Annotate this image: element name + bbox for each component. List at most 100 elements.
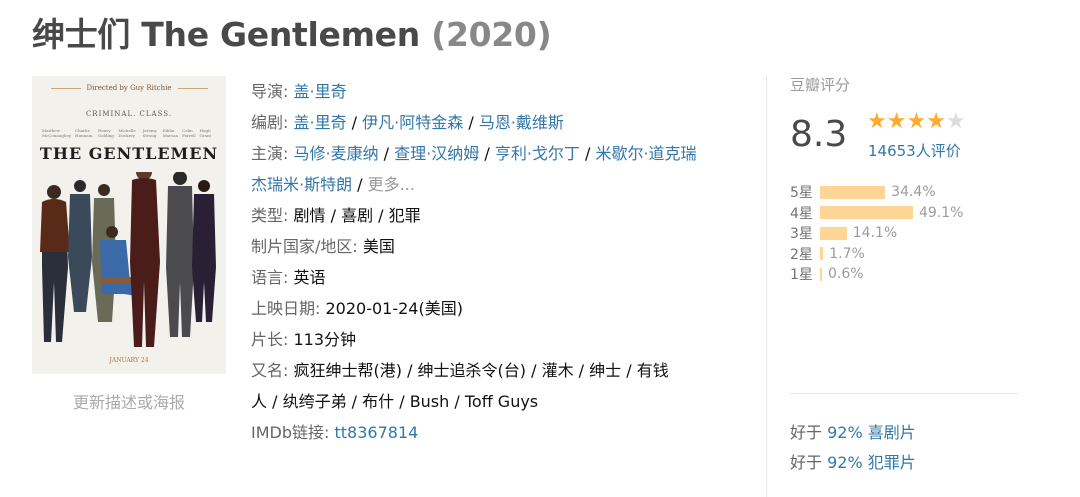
better-than-prefix: 好于 bbox=[790, 423, 823, 442]
cast-label: 主演: bbox=[251, 144, 289, 163]
imdb-row: IMDb链接: tt8367814 bbox=[251, 417, 746, 448]
writer-label: 编剧: bbox=[251, 113, 289, 132]
rating-bar bbox=[820, 247, 824, 261]
country-row: 制片国家/地区: 美国 bbox=[251, 231, 746, 262]
director-label: 导演: bbox=[251, 82, 289, 101]
director-link[interactable]: 盖·里奇 bbox=[294, 82, 347, 101]
poster-cast-name: Henry Golding bbox=[98, 128, 114, 138]
rating-distribution-row: 4星 49.1% bbox=[790, 203, 963, 224]
poster-cast-name: Matthew McConaughey bbox=[42, 128, 72, 138]
rating-percent: 34.4% bbox=[891, 184, 936, 201]
rating-star-label: 4星 bbox=[790, 205, 813, 222]
writer-link[interactable]: 伊凡·阿特金森 bbox=[362, 113, 463, 132]
movie-page: 绅士们 The Gentlemen (2020) Directed by Guy… bbox=[0, 0, 1080, 497]
rating-bar bbox=[820, 185, 886, 199]
rating-star-label: 5星 bbox=[790, 185, 813, 202]
imdb-label: IMDb链接: bbox=[251, 423, 330, 442]
better-than-prefix: 好于 bbox=[790, 453, 823, 472]
rating-star-label: 3星 bbox=[790, 226, 813, 243]
poster-tagline: CRIMINAL. CLASS. bbox=[85, 110, 173, 118]
rating-bar bbox=[820, 267, 822, 281]
poster-cast-name: Hugh Grant bbox=[199, 128, 212, 138]
more-cast-link[interactable]: 更多... bbox=[368, 175, 415, 194]
vertical-divider bbox=[766, 76, 767, 497]
poster-cast-name: Eddie Marsan bbox=[162, 128, 179, 138]
release-value: 2020-01-24(美国) bbox=[325, 299, 463, 318]
movie-title: 绅士们 The Gentlemen bbox=[32, 15, 420, 54]
genre-value: 剧情 / 喜剧 / 犯罪 bbox=[293, 206, 421, 225]
rating-bar bbox=[820, 226, 847, 240]
rating-percent: 0.6% bbox=[828, 266, 864, 283]
runtime-row: 片长: 113分钟 bbox=[251, 324, 746, 355]
poster-directed-by: Directed by Guy Ritchie bbox=[32, 84, 226, 92]
rating-percent: 49.1% bbox=[919, 204, 964, 221]
rating-distribution-row: 5星 34.4% bbox=[790, 182, 963, 203]
rating-score: 8.3 bbox=[790, 114, 848, 155]
aka-row: 又名: 疯狂绅士帮(港) / 绅士追杀令(台) / 灌木 / 绅士 / 有钱 bbox=[251, 355, 746, 386]
aka-row-continued: 人 / 纨绔子弟 / 布什 / Bush / Toff Guys bbox=[251, 386, 746, 417]
runtime-label: 片长: bbox=[251, 330, 289, 349]
writer-link[interactable]: 盖·里奇 bbox=[294, 113, 347, 132]
cast-link[interactable]: 亨利·戈尔丁 bbox=[495, 144, 580, 163]
aka-value-continued: 人 / 纨绔子弟 / 布什 / Bush / Toff Guys bbox=[251, 392, 539, 411]
language-label: 语言: bbox=[251, 268, 289, 287]
rating-distribution-row: 3星 14.1% bbox=[790, 223, 963, 244]
cast-row-continued: 杰瑞米·斯特朗 / 更多... bbox=[251, 175, 415, 194]
better-than-row: 好于 92% 犯罪片 bbox=[790, 448, 916, 478]
aka-value: 疯狂绅士帮(港) / 绅士追杀令(台) / 灌木 / 绅士 / 有钱 bbox=[293, 361, 669, 380]
rating-star-label: 2星 bbox=[790, 246, 813, 263]
poster-cast-name: Colin Farrell bbox=[182, 128, 196, 138]
better-than-link[interactable]: 92% 犯罪片 bbox=[827, 453, 916, 472]
rating-count-link[interactable]: 14653人评价 bbox=[868, 140, 961, 161]
poster-release-note: JANUARY 24 bbox=[109, 357, 149, 364]
better-than-link[interactable]: 92% 喜剧片 bbox=[827, 423, 916, 442]
rating-stars: ★★★★★ bbox=[867, 111, 966, 133]
cast-link[interactable]: 杰瑞米·斯特朗 bbox=[251, 175, 352, 194]
release-label: 上映日期: bbox=[251, 299, 321, 318]
runtime-value: 113分钟 bbox=[293, 330, 357, 349]
star-empty-icon: ★ bbox=[945, 109, 966, 134]
genre-label: 类型: bbox=[251, 206, 289, 225]
rating-panel: 豆瓣评分 8.3 ★★★★★ 14653人评价 5星 34.4% 4星 49.1% 3星… bbox=[790, 74, 1030, 283]
movie-poster[interactable]: Directed by Guy Ritchie CRIMINAL. CLASS.… bbox=[32, 76, 226, 374]
imdb-link[interactable]: tt8367814 bbox=[335, 423, 419, 442]
page-title: 绅士们 The Gentlemen (2020) bbox=[32, 8, 552, 56]
rating-distribution-row: 2星 1.7% bbox=[790, 244, 963, 265]
poster-cast-name: Jeremy Strong bbox=[142, 128, 157, 138]
rating-percent: 14.1% bbox=[852, 225, 898, 242]
horizontal-divider bbox=[790, 393, 1018, 394]
poster-title: THE GENTLEMEN bbox=[39, 144, 219, 163]
rating-percent: 1.7% bbox=[829, 245, 865, 262]
poster-cast-name: Charlie Hunnam bbox=[75, 128, 93, 138]
better-than: 好于 92% 喜剧片 好于 92% 犯罪片 bbox=[790, 418, 916, 478]
better-than-row: 好于 92% 喜剧片 bbox=[790, 418, 916, 448]
genre-row: 类型: 剧情 / 喜剧 / 犯罪 bbox=[251, 200, 746, 231]
poster-figures-illustration bbox=[40, 172, 216, 347]
rating-title: 豆瓣评分 bbox=[790, 76, 851, 94]
movie-year: (2020) bbox=[431, 15, 552, 54]
writer-row: 编剧: 盖·里奇 / 伊凡·阿特金森 / 马恩·戴维斯 bbox=[251, 113, 564, 132]
rating-distribution: 5星 34.4% 4星 49.1% 3星 14.1% 2星 1.7% 1星 0.6% bbox=[790, 182, 963, 285]
language-value: 英语 bbox=[293, 268, 326, 287]
rating-distribution-row: 1星 0.6% bbox=[790, 264, 963, 285]
director-row: 导演: 盖·里奇 bbox=[251, 76, 746, 107]
release-row: 上映日期: 2020-01-24(美国) bbox=[251, 293, 746, 324]
cast-link[interactable]: 米歇尔·道克瑞 bbox=[595, 144, 696, 163]
rating-star-label: 1星 bbox=[790, 267, 813, 284]
star-filled-icon: ★ bbox=[906, 109, 927, 134]
cast-link[interactable]: 查理·汉纳姆 bbox=[394, 144, 479, 163]
aka-label: 又名: bbox=[251, 361, 289, 380]
cast-link[interactable]: 马修·麦康纳 bbox=[294, 144, 379, 163]
poster-cast-name: Michelle Dockery bbox=[118, 128, 136, 138]
star-filled-icon: ★ bbox=[926, 109, 946, 134]
star-filled-icon: ★ bbox=[867, 109, 887, 134]
cast-row: 主演: 马修·麦康纳 / 查理·汉纳姆 / 亨利·戈尔丁 / 米歇尔·道克瑞 bbox=[251, 144, 697, 163]
star-filled-icon: ★ bbox=[886, 109, 907, 134]
country-label: 制片国家/地区: bbox=[251, 237, 358, 256]
poster-cast-names: Matthew McConaughey Charlie Hunnam Henry… bbox=[42, 128, 216, 138]
country-value: 美国 bbox=[362, 237, 395, 256]
language-row: 语言: 英语 bbox=[251, 262, 746, 293]
update-poster-link[interactable]: 更新描述或海报 bbox=[32, 389, 226, 413]
movie-info: 导演: 盖·里奇 编剧: 盖·里奇 / 伊凡·阿特金森 / 马恩·戴维斯 主演:… bbox=[251, 76, 746, 448]
writer-link[interactable]: 马恩·戴维斯 bbox=[479, 113, 564, 132]
